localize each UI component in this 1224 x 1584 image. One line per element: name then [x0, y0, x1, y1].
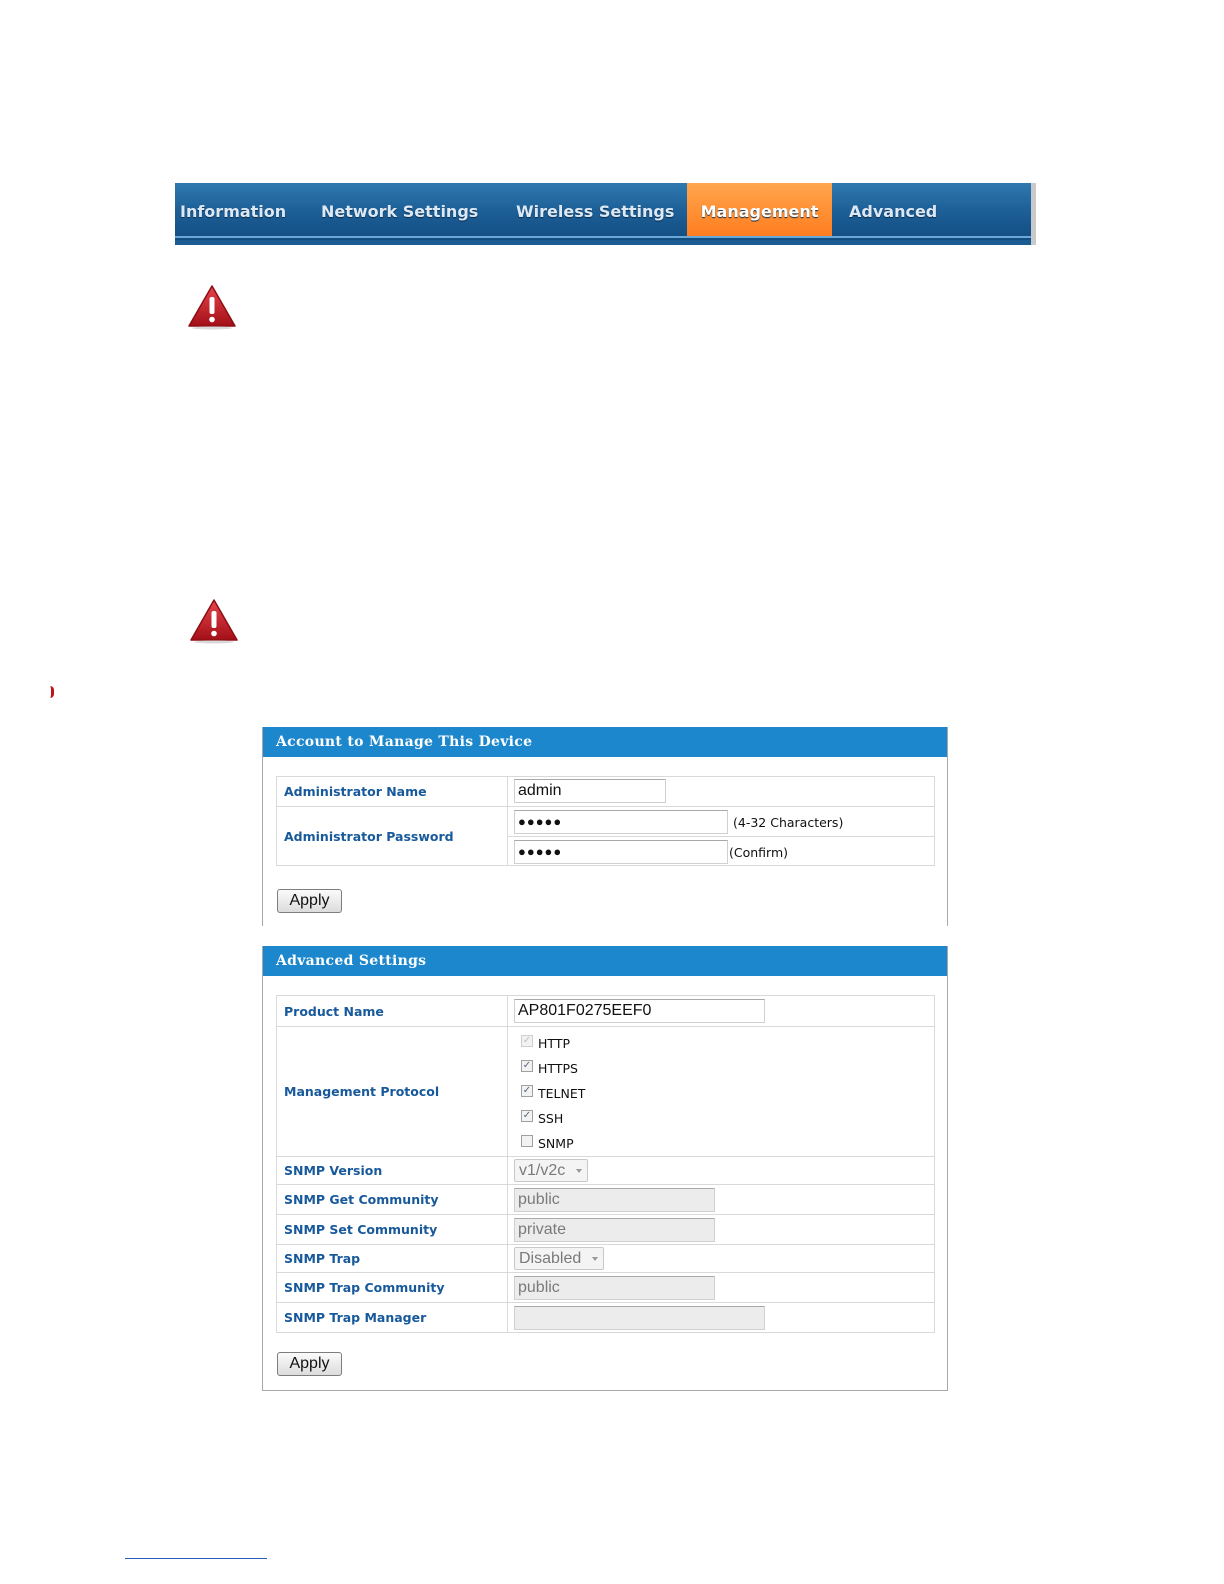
admin-password-input[interactable]: ●●●●●	[514, 810, 728, 834]
tab-wireless-settings[interactable]: Wireless Settings	[516, 183, 676, 236]
protocol-ssh[interactable]: ✓ SSH	[514, 1110, 664, 1128]
tab-network-settings[interactable]: Network Settings	[321, 183, 481, 236]
protocol-https[interactable]: ✓ HTTPS	[514, 1060, 664, 1078]
snmp-get-community-label: SNMP Get Community	[277, 1185, 508, 1214]
nav-divider	[175, 240, 1031, 245]
snmp-version-label: SNMP Version	[277, 1157, 508, 1184]
password-confirm-hint: (Confirm)	[729, 845, 789, 860]
protocol-checkbox-list: ✓ HTTP ✓ HTTPS ✓ TELNET ✓ SSH SNMP	[514, 1027, 714, 1157]
protocol-http[interactable]: ✓ HTTP	[514, 1035, 664, 1053]
product-name-row: Product Name AP801F0275EEF0	[277, 996, 934, 1026]
product-name-label: Product Name	[277, 996, 508, 1026]
tab-information[interactable]: Information	[180, 183, 290, 236]
main-nav-bar: Information Network Settings Wireless Se…	[175, 183, 1036, 245]
admin-name-input[interactable]: admin	[514, 779, 666, 803]
account-form-table: Administrator Name admin Administrator P…	[276, 776, 935, 866]
row-divider	[508, 836, 934, 837]
advanced-settings-panel: Advanced Settings Product Name AP801F027…	[262, 946, 948, 1391]
admin-password-label: Administrator Password	[277, 807, 508, 865]
snmp-get-community-row: SNMP Get Community public	[277, 1184, 934, 1214]
advanced-panel-title: Advanced Settings	[263, 946, 947, 976]
account-panel-title: Account to Manage This Device	[263, 727, 947, 757]
checkbox-icon[interactable]: ✓	[521, 1085, 533, 1097]
protocol-telnet-label: TELNET	[538, 1086, 586, 1101]
footnote-separator	[125, 1558, 267, 1559]
warning-icon	[188, 285, 236, 330]
warning-icon	[190, 599, 238, 644]
management-protocol-row: Management Protocol ✓ HTTP ✓ HTTPS ✓ TEL…	[277, 1026, 934, 1156]
advanced-apply-button[interactable]: Apply	[277, 1352, 342, 1376]
checkbox-icon[interactable]: ✓	[521, 1035, 533, 1047]
admin-name-label: Administrator Name	[277, 777, 508, 806]
snmp-version-row: SNMP Version v1/v2c	[277, 1156, 934, 1184]
snmp-set-community-input[interactable]: private	[514, 1218, 715, 1242]
management-protocol-label: Management Protocol	[277, 1027, 508, 1156]
snmp-trap-label: SNMP Trap	[277, 1245, 508, 1272]
snmp-version-value: v1/v2c	[519, 1162, 566, 1179]
tab-management[interactable]: Management	[687, 183, 832, 236]
protocol-ssh-label: SSH	[538, 1111, 564, 1126]
checkbox-icon[interactable]: ✓	[521, 1060, 533, 1072]
snmp-trap-value: Disabled	[519, 1250, 582, 1267]
snmp-trap-select[interactable]: Disabled	[514, 1247, 604, 1270]
snmp-trap-community-row: SNMP Trap Community public	[277, 1272, 934, 1302]
snmp-trap-manager-row: SNMP Trap Manager	[277, 1302, 934, 1332]
margin-mark	[50, 686, 54, 698]
admin-password-row: Administrator Password ●●●●● (4-32 Chara…	[277, 806, 934, 865]
protocol-snmp-label: SNMP	[538, 1136, 574, 1151]
account-apply-button[interactable]: Apply	[277, 889, 342, 913]
snmp-trap-manager-input[interactable]	[514, 1306, 765, 1330]
snmp-set-community-label: SNMP Set Community	[277, 1215, 508, 1244]
protocol-https-label: HTTPS	[538, 1061, 578, 1076]
snmp-set-community-row: SNMP Set Community private	[277, 1214, 934, 1244]
tab-advanced[interactable]: Advanced	[849, 183, 959, 236]
protocol-snmp[interactable]: SNMP	[514, 1135, 664, 1153]
snmp-version-select[interactable]: v1/v2c	[514, 1159, 588, 1182]
snmp-get-community-input[interactable]: public	[514, 1188, 715, 1212]
advanced-form-table: Product Name AP801F0275EEF0 Management P…	[276, 995, 935, 1333]
protocol-telnet[interactable]: ✓ TELNET	[514, 1085, 664, 1103]
dropdown-arrow-icon	[576, 1169, 582, 1173]
checkbox-icon[interactable]: ✓	[521, 1110, 533, 1122]
admin-name-row: Administrator Name admin	[277, 777, 934, 806]
snmp-trap-community-input[interactable]: public	[514, 1276, 715, 1300]
account-panel: Account to Manage This Device Administra…	[262, 727, 948, 926]
snmp-trap-manager-label: SNMP Trap Manager	[277, 1303, 508, 1332]
dropdown-arrow-icon	[592, 1257, 598, 1261]
checkbox-icon[interactable]	[521, 1135, 533, 1147]
password-length-hint: (4-32 Characters)	[733, 815, 844, 830]
snmp-trap-row: SNMP Trap Disabled	[277, 1244, 934, 1272]
snmp-trap-community-label: SNMP Trap Community	[277, 1273, 508, 1302]
protocol-http-label: HTTP	[538, 1036, 570, 1051]
admin-password-confirm-input[interactable]: ●●●●●	[514, 840, 728, 864]
nav-divider	[175, 236, 1031, 238]
product-name-input[interactable]: AP801F0275EEF0	[514, 999, 765, 1023]
